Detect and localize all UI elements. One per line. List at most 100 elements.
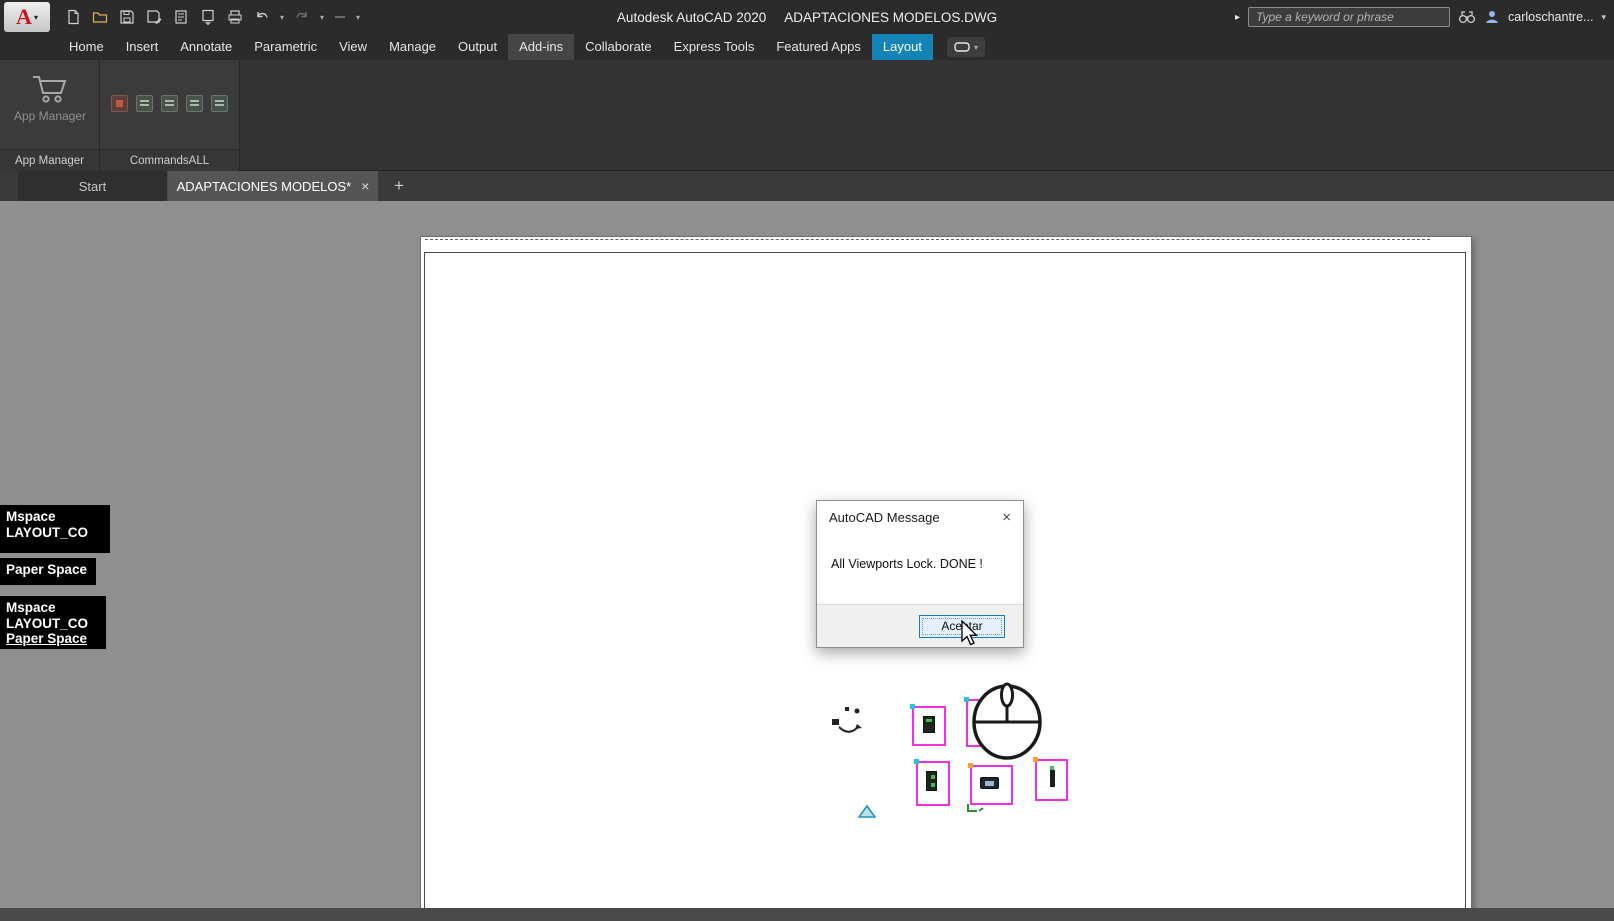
ribbon-tab-manage[interactable]: Manage: [378, 34, 447, 60]
file-tab-start[interactable]: Start: [18, 171, 168, 201]
undo-dropdown-caret[interactable]: ▾: [280, 13, 284, 22]
echo-line: LAYOUT_CO: [6, 615, 89, 631]
grip-dot: [910, 704, 915, 709]
printable-area-margin: [425, 239, 1430, 240]
search-binoculars-icon[interactable]: [1458, 9, 1476, 25]
titlebar: A ▾ ▾ ▾ ▾ Autodesk AutoCAD 2020 ADAPTACI…: [0, 0, 1614, 34]
command-echo-block-2: Paper Space: [0, 558, 96, 585]
save-as-button[interactable]: [145, 8, 163, 26]
viewport-entity[interactable]: [968, 763, 1013, 805]
viewport-content-glyph: [923, 716, 935, 733]
ribbon-tab-output[interactable]: Output: [447, 34, 508, 60]
new-drawing-tab-button[interactable]: +: [394, 176, 404, 196]
drawing-canvas[interactable]: Mspace LAYOUT_CO Paper Space Mspace LAYO…: [0, 201, 1614, 921]
dialog-body: All Viewports Lock. DONE !: [817, 533, 1023, 571]
echo-line: Mspace: [6, 600, 56, 615]
viewport-entity[interactable]: [1033, 757, 1068, 801]
customize-qat-caret[interactable]: ▾: [356, 13, 360, 22]
commandsall-icon-4[interactable]: [186, 95, 203, 112]
publish-button[interactable]: [199, 8, 217, 26]
panel-label-commandsall[interactable]: CommandsALL: [100, 149, 239, 171]
printer-icon: [228, 10, 242, 24]
ribbon-tab-collaborate[interactable]: Collaborate: [574, 34, 663, 60]
ribbon-display-options-button[interactable]: ▾: [946, 37, 985, 57]
dialog-title: AutoCAD Message: [829, 509, 940, 525]
titlebar-right-cluster: ▸ carloschantre... ▾: [1235, 0, 1606, 34]
mouse-cursor: [961, 620, 979, 646]
ribbon-tab-insert[interactable]: Insert: [115, 34, 170, 60]
autocad-logo: A: [16, 4, 32, 29]
document-title: ADAPTACIONES MODELOS.DWG: [784, 9, 998, 25]
save-icon: [120, 10, 134, 24]
ribbon-tab-parametric[interactable]: Parametric: [243, 34, 328, 60]
echo-line: Mspace: [6, 509, 56, 524]
app-manager-button-label: App Manager: [13, 109, 87, 123]
command-echo-block-1: Mspace LAYOUT_CO: [0, 505, 110, 553]
undo-button[interactable]: [253, 8, 271, 26]
undo-icon: [257, 12, 268, 18]
redo-icon: [296, 12, 307, 18]
plot-button[interactable]: [172, 8, 190, 26]
ribbon-tab-view[interactable]: View: [328, 34, 378, 60]
search-expand-icon[interactable]: ▸: [1235, 12, 1240, 23]
dialog-message: All Viewports Lock. DONE !: [831, 557, 983, 571]
commandsall-icon-row: [100, 95, 239, 112]
chevron-down-icon: ▾: [973, 42, 978, 52]
file-tab-bar: Start ADAPTACIONES MODELOS* × +: [0, 171, 1614, 201]
echo-line: Paper Space: [6, 562, 88, 577]
viewport-entity[interactable]: [914, 759, 950, 806]
open-folder-icon: [92, 12, 108, 23]
close-icon[interactable]: ×: [361, 178, 369, 194]
new-file-icon: [68, 9, 79, 25]
new-file-button[interactable]: [64, 8, 82, 26]
plot-sheet-icon: [175, 10, 187, 24]
grip-dot: [968, 763, 973, 768]
echo-line: LAYOUT_CO: [6, 525, 89, 540]
signed-in-username[interactable]: carloschantre...: [1508, 10, 1593, 24]
app-title: Autodesk AutoCAD 2020: [616, 9, 767, 25]
viewport-content-glyph: [1050, 766, 1055, 787]
account-dropdown-caret[interactable]: ▾: [1601, 12, 1606, 23]
chevron-down-icon: ▾: [33, 12, 38, 22]
print-button[interactable]: [226, 8, 244, 26]
redo-button[interactable]: [293, 8, 311, 26]
ribbon-state-icon: [954, 42, 970, 52]
user-icon[interactable]: [1484, 9, 1500, 25]
app-menu-button[interactable]: A ▾: [4, 2, 50, 32]
viewport-content-glyph: [980, 777, 999, 789]
echo-line: Paper Space: [6, 631, 88, 646]
mouse-illustration[interactable]: [968, 682, 1046, 760]
commandsall-icon-1[interactable]: [111, 95, 128, 112]
close-icon[interactable]: ×: [1002, 509, 1011, 526]
autocad-window: A ▾ ▾ ▾ ▾ Autodesk AutoCAD 2020 ADAPTACI…: [0, 0, 1614, 921]
command-echo-block-3: Mspace LAYOUT_CO Paper Space: [0, 596, 106, 649]
ribbon-tab-express-tools[interactable]: Express Tools: [663, 34, 766, 60]
ribbon-tab-layout-contextual[interactable]: Layout: [871, 34, 933, 60]
commandsall-icon-3[interactable]: [161, 95, 178, 112]
ribbon-tab-annotate[interactable]: Annotate: [169, 34, 243, 60]
publish-icon: [202, 9, 214, 25]
ribbon-tab-home[interactable]: Home: [58, 34, 115, 60]
commandsall-icon-2[interactable]: [136, 95, 153, 112]
file-tab-drawing-label: ADAPTACIONES MODELOS*: [176, 178, 352, 194]
panel-label-app-manager[interactable]: App Manager: [0, 149, 99, 171]
search-input[interactable]: [1248, 7, 1450, 27]
save-button[interactable]: [118, 8, 136, 26]
ribbon: App Manager App Manager CommandsALL: [0, 60, 1614, 171]
shopping-cart-icon: [33, 76, 67, 103]
ribbon-tab-bar: Home Insert Annotate Parametric View Man…: [0, 34, 1614, 60]
ribbon-tab-featured-apps[interactable]: Featured Apps: [765, 34, 872, 60]
small-drawing-glyph[interactable]: [830, 704, 870, 740]
redo-dropdown-caret[interactable]: ▾: [320, 13, 324, 22]
green-tick-marks: [967, 804, 984, 812]
dialog-titlebar[interactable]: AutoCAD Message ×: [817, 501, 1023, 533]
triangle-marker[interactable]: [858, 804, 876, 819]
commandsall-icon-5[interactable]: [211, 95, 228, 112]
viewport-entity[interactable]: [910, 704, 946, 746]
file-tab-active-drawing[interactable]: ADAPTACIONES MODELOS* ×: [168, 171, 378, 201]
app-manager-button[interactable]: App Manager: [6, 65, 94, 145]
toolbar-divider: [335, 16, 346, 18]
file-tab-start-label: Start: [78, 178, 107, 194]
ribbon-tab-add-ins[interactable]: Add-ins: [508, 34, 575, 60]
open-file-button[interactable]: [91, 8, 109, 26]
